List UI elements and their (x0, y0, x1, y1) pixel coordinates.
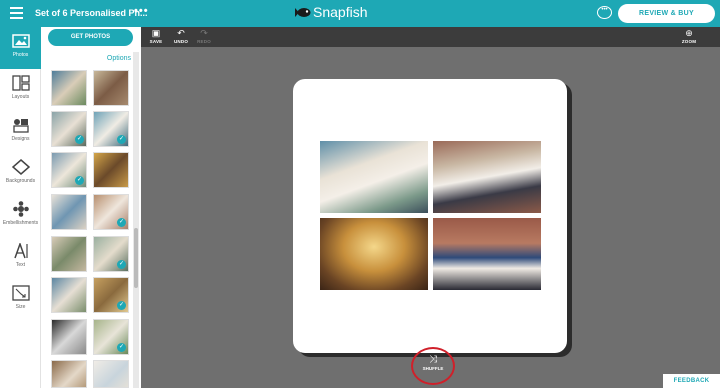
rail-item-embellishments[interactable]: Embellishments (0, 195, 41, 237)
chat-icon[interactable]: ••• (597, 6, 612, 19)
backgrounds-icon (11, 159, 30, 175)
tool-rail: Photos Layouts Designs Backgrounds Embel… (0, 27, 41, 388)
photo-thumbnail[interactable] (51, 319, 87, 355)
photo-thumbnail[interactable] (51, 70, 87, 106)
text-icon (13, 243, 28, 259)
embellishments-icon (12, 201, 29, 217)
menu-icon[interactable] (10, 7, 23, 19)
rail-label-text: Text (15, 262, 26, 268)
collage-photo-top-right[interactable] (433, 141, 541, 213)
undo-label: UNDO (173, 39, 189, 44)
rail-label-designs: Designs (11, 136, 30, 142)
used-check-icon: ✓ (117, 260, 126, 269)
used-check-icon: ✓ (117, 135, 126, 144)
rail-item-size[interactable]: Size (0, 279, 41, 321)
zoom-button[interactable]: ⊕ ZOOM (678, 28, 700, 44)
brand-name: Snapfish (313, 4, 368, 20)
rail-item-designs[interactable]: Designs (0, 111, 41, 153)
undo-icon: ↶ (177, 28, 185, 38)
photo-thumbnail[interactable]: ✓ (93, 236, 129, 272)
rail-item-photos[interactable]: Photos (0, 27, 41, 69)
photos-icon (11, 34, 30, 48)
shuffle-highlight-circle (411, 347, 455, 385)
used-check-icon: ✓ (75, 135, 84, 144)
redo-icon: ↷ (200, 28, 208, 38)
coaster-canvas[interactable] (293, 79, 567, 353)
panel-scrollbar[interactable] (133, 52, 139, 388)
photo-thumbnail[interactable]: ✓ (93, 194, 129, 230)
fish-logo-icon (295, 8, 311, 17)
collage-photo-bottom-right[interactable] (433, 218, 541, 290)
rail-item-backgrounds[interactable]: Backgrounds (0, 153, 41, 195)
layouts-icon (11, 75, 30, 91)
panel-scroll-thumb[interactable] (134, 228, 138, 288)
rail-label-photos: Photos (12, 52, 29, 58)
photo-thumbnail[interactable] (51, 277, 87, 313)
used-check-icon: ✓ (117, 301, 126, 310)
editor-toolbar: ▣ SAVE ↶ UNDO ↷ REDO ⊕ ZOOM (141, 27, 720, 47)
review-and-buy-button[interactable]: REVIEW & BUY (618, 4, 715, 23)
feedback-button[interactable]: FEEDBACK (663, 374, 720, 388)
collage-photo-top-left[interactable] (320, 141, 428, 213)
undo-button[interactable]: ↶ UNDO (170, 28, 192, 44)
size-icon (11, 285, 30, 301)
save-label: SAVE (149, 39, 163, 44)
photo-thumbnail[interactable] (51, 194, 87, 230)
photo-thumbnail[interactable] (93, 70, 129, 106)
zoom-label: ZOOM (681, 39, 697, 44)
redo-button[interactable]: ↷ REDO (193, 28, 215, 44)
used-check-icon: ✓ (117, 218, 126, 227)
photo-thumbnail[interactable]: ✓ (93, 319, 129, 355)
save-button[interactable]: ▣ SAVE (145, 28, 167, 44)
rail-label-embellishments: Embellishments (2, 220, 39, 226)
photo-thumbnail[interactable] (51, 236, 87, 272)
photo-thumbnail[interactable]: ✓ (51, 152, 87, 188)
rail-item-layouts[interactable]: Layouts (0, 69, 41, 111)
more-options-icon[interactable]: ••• (134, 5, 149, 17)
rail-label-layouts: Layouts (11, 94, 30, 100)
photo-thumbnail[interactable]: ✓ (93, 277, 129, 313)
designs-icon (12, 119, 29, 133)
photo-thumbnail[interactable] (93, 152, 129, 188)
photo-thumbnail[interactable] (51, 360, 87, 388)
used-check-icon: ✓ (75, 176, 84, 185)
redo-label: REDO (197, 39, 211, 44)
photo-thumbnail[interactable]: ✓ (51, 111, 87, 147)
rail-item-text[interactable]: Text (0, 237, 41, 279)
top-bar: Set of 6 Personalised Ph... ••• Snapfish… (0, 0, 720, 27)
rail-label-backgrounds: Backgrounds (5, 178, 36, 184)
used-check-icon: ✓ (117, 343, 126, 352)
save-icon: ▣ (151, 28, 161, 38)
photo-thumbnail[interactable]: ✓ (93, 111, 129, 147)
options-link[interactable]: Options (107, 55, 131, 62)
rail-label-size: Size (15, 304, 26, 310)
photo-thumbnail[interactable] (93, 360, 129, 388)
get-photos-button[interactable]: GET PHOTOS (48, 29, 133, 46)
zoom-icon: ⊕ (685, 28, 693, 38)
collage-photo-bottom-left[interactable] (320, 218, 428, 290)
project-title[interactable]: Set of 6 Personalised Ph... (35, 8, 148, 18)
